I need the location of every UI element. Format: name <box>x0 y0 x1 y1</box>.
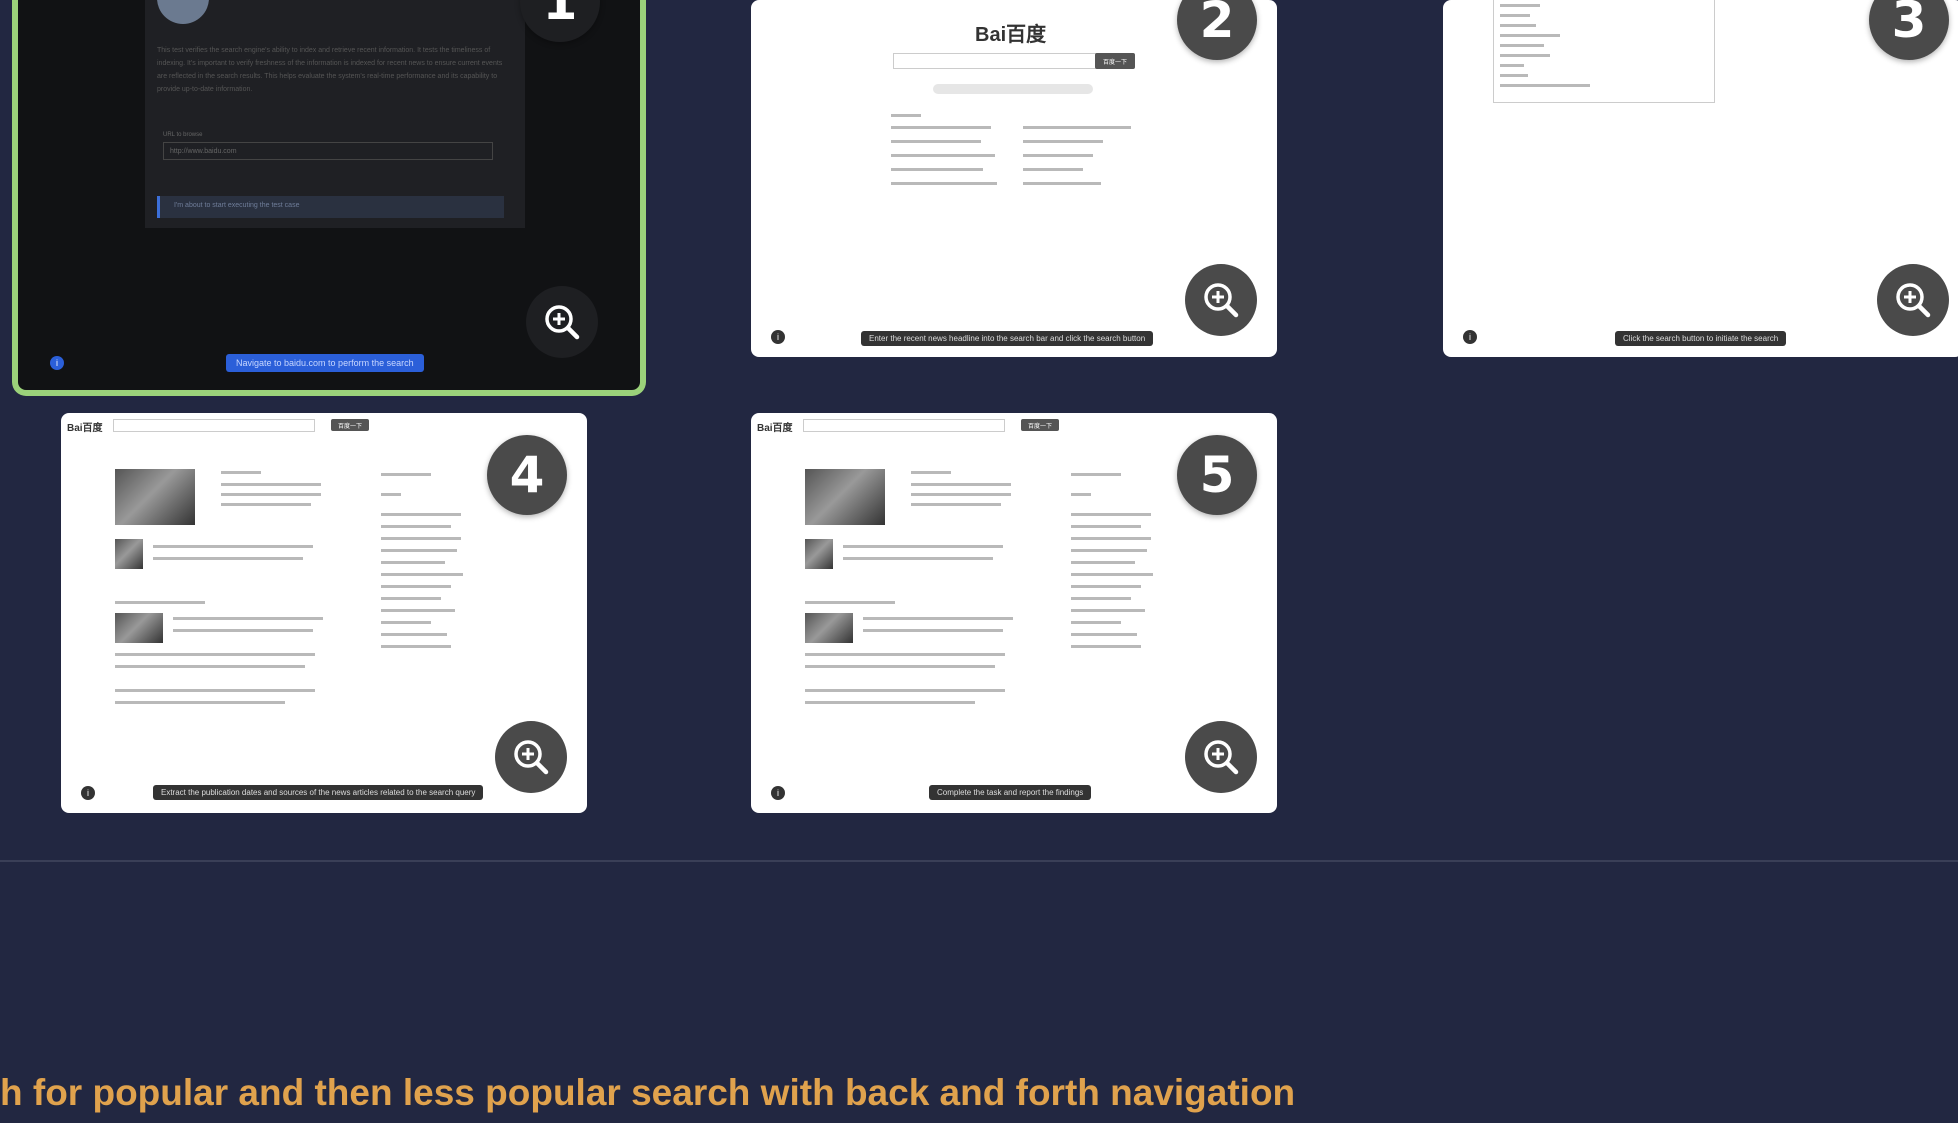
step-card-5[interactable]: Bai百度 百度一下 5 i Complete the task and rep… <box>751 413 1277 813</box>
search-button[interactable]: 百度一下 <box>1095 53 1135 69</box>
result-image <box>115 469 195 525</box>
search-input[interactable] <box>113 419 315 432</box>
section-divider <box>0 860 1958 862</box>
search-button[interactable]: 百度一下 <box>1021 419 1059 431</box>
step-card-2[interactable]: Bai百度 百度一下 2 i Enter the recent news hea… <box>751 0 1277 357</box>
step-caption: Complete the task and report the finding… <box>929 785 1092 800</box>
step-card-3[interactable]: 3 i Click the search button to initiate … <box>1443 0 1958 357</box>
info-icon[interactable]: i <box>50 356 64 370</box>
zoom-in-icon[interactable] <box>495 721 567 793</box>
zoom-in-icon[interactable] <box>1185 721 1257 793</box>
result-image <box>805 539 833 569</box>
search-input[interactable] <box>893 53 1097 69</box>
info-icon[interactable]: i <box>771 330 785 344</box>
description-text: This test verifies the search engine's a… <box>157 47 503 93</box>
zoom-in-icon[interactable] <box>526 286 598 358</box>
step-number-badge: 3 <box>1869 0 1949 60</box>
step-number-badge: 2 <box>1177 0 1257 60</box>
step-number-badge: 1 <box>520 0 600 42</box>
baidu-logo: Bai百度 <box>975 24 1047 46</box>
zoom-in-icon[interactable] <box>1877 264 1949 336</box>
step-card-1[interactable]: This test verifies the search engine's a… <box>12 0 646 396</box>
step-caption: Extract the publication dates and source… <box>153 785 484 800</box>
suggestion-dropdown <box>1493 0 1715 103</box>
info-icon[interactable]: i <box>81 786 95 800</box>
test-title: h for popular and then less popular sear… <box>0 1072 1296 1113</box>
search-button[interactable]: 百度一下 <box>331 419 369 431</box>
info-icon[interactable]: i <box>1463 330 1477 344</box>
baidu-logo: Bai百度 <box>67 423 103 434</box>
url-field[interactable]: http://www.baidu.com <box>163 142 493 160</box>
result-image <box>805 469 885 525</box>
status-text: I'm about to start executing the test ca… <box>174 202 300 209</box>
search-input[interactable] <box>803 419 1005 432</box>
step-number-badge: 4 <box>487 435 567 515</box>
step-caption: Click the search button to initiate the … <box>1615 331 1787 346</box>
url-label: URL to browse <box>163 132 203 138</box>
zoom-in-icon[interactable] <box>1185 264 1257 336</box>
info-icon[interactable]: i <box>771 786 785 800</box>
result-image <box>115 539 143 569</box>
step-caption: Navigate to baidu.com to perform the sea… <box>226 354 424 372</box>
result-image <box>115 613 163 643</box>
status-bar: I'm about to start executing the test ca… <box>157 196 504 218</box>
baidu-logo: Bai百度 <box>757 423 793 434</box>
step-number-badge: 5 <box>1177 435 1257 515</box>
avatar <box>157 0 209 24</box>
step-caption: Enter the recent news headline into the … <box>861 331 1154 346</box>
step-inner-panel: This test verifies the search engine's a… <box>145 0 525 228</box>
result-image <box>805 613 853 643</box>
suggestion-chip <box>933 84 1093 94</box>
step-card-4[interactable]: Bai百度 百度一下 4 i Extract the publication d… <box>61 413 587 813</box>
